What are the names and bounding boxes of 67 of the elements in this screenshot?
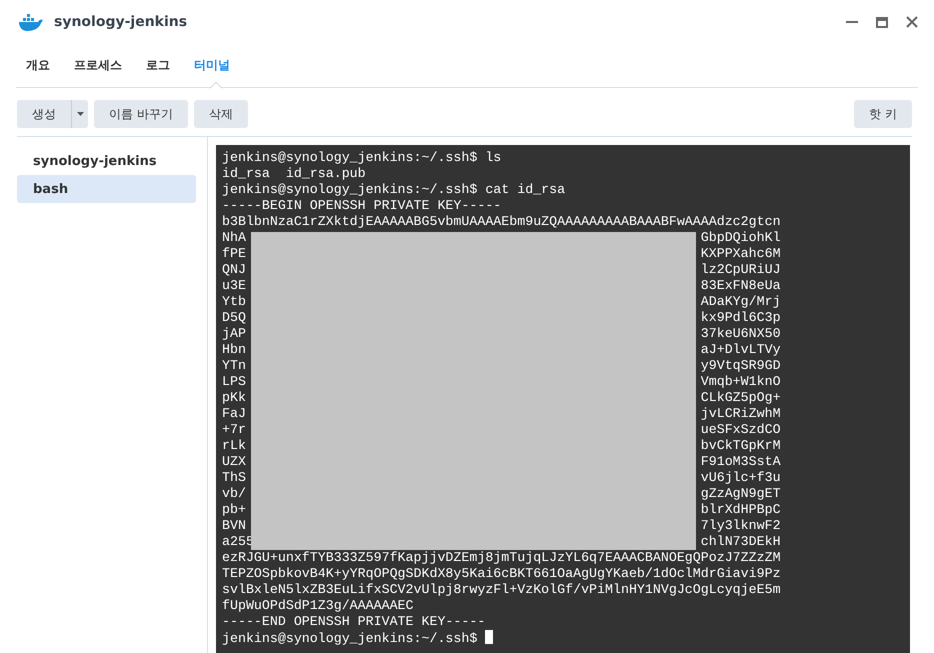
terminal-line-fragment: vU6jlc+f3u	[700, 470, 781, 486]
terminal-line-fragment: BVN	[222, 518, 246, 534]
terminal-line-fragment: bvCkTGpKrM	[700, 438, 781, 454]
terminal-line-fragment: aJ+DlvLTVy	[700, 342, 781, 358]
tab[interactable]: 프로세스	[70, 44, 134, 87]
terminal-line-fragment: QNJ	[222, 262, 246, 278]
terminal-line-fragment: lz2CpURiUJ	[700, 262, 781, 278]
whale-container-icon	[18, 12, 44, 32]
terminal-line-fragment: y9VtqSR9GD	[700, 358, 781, 374]
terminal-line-fragment: UZX	[222, 454, 246, 470]
terminal-line: b3BlbnNzaC1rZXktdjEAAAAABG5vbmUAAAAEbm9uZQAAAAAAAAABAAABFwAAAAdzc2gtcn	[222, 214, 782, 230]
terminal-line: jenkins@synology_jenkins:~/.ssh$ ls	[222, 150, 502, 166]
terminal-line-fragment: ADaKYg/Mrj	[700, 294, 781, 310]
terminal-line-fragment: chlN73DEkH	[700, 534, 781, 550]
tab[interactable]: 터미널	[190, 44, 242, 87]
session-item[interactable]: synology-jenkins	[17, 147, 196, 175]
terminal-line-fragment: Hbn	[222, 342, 246, 358]
terminal-line: svlBxleN5lxZB3EuLifxSCV2vUlpj8rwyzFl+VzKolGf/vPiMlnHY1NVgJcOgLcyqjeE5m	[222, 582, 782, 598]
terminal-line-fragment: 37keU6NX50	[700, 326, 781, 342]
tab[interactable]: 로그	[142, 44, 182, 87]
terminal-line-fragment: pb+	[222, 502, 246, 518]
terminal-line-fragment: jAP	[222, 326, 246, 342]
rename-button[interactable]: 이름 바꾸기	[94, 100, 188, 128]
terminal-line-fragment: FaJ	[222, 406, 246, 422]
terminal-line: id_rsa id_rsa.pub	[222, 166, 367, 182]
terminal-line: ezRJGU+unxfTYB333Z597fKapjjvDZEmj8jmTujqLJzYL6q7EAAACBANOEgQPozJ7ZZzZM	[222, 550, 782, 566]
terminal-line-fragment: pKk	[222, 390, 246, 406]
terminal-line-fragment: 83ExFN8eUa	[700, 278, 781, 294]
text-cursor	[485, 630, 494, 644]
dropdown-caret-button[interactable]	[71, 100, 88, 128]
terminal-line-fragment: D5Q	[222, 310, 246, 326]
terminal-line-fragment: 7ly3lknwF2	[700, 518, 781, 534]
session-item[interactable]: bash	[17, 175, 196, 203]
terminal-line-fragment: Ytb	[222, 294, 246, 310]
terminal-line: jenkins@synology_jenkins:~/.ssh$ cat id_rsa	[222, 182, 566, 198]
terminal-line: -----BEGIN OPENSSH PRIVATE KEY-----	[222, 198, 502, 214]
window-title: synology-jenkins	[54, 14, 188, 30]
terminal-line-fragment: KXPPXahc6M	[700, 246, 781, 262]
terminal-panel[interactable]	[216, 145, 910, 653]
terminal-line-fragment: fPE	[222, 246, 246, 262]
terminal-line-fragment: rLk	[222, 438, 246, 454]
maximize-icon[interactable]	[876, 16, 888, 28]
hotkey-button[interactable]: 핫 키	[854, 100, 912, 128]
terminal-line-fragment: vb/	[222, 486, 246, 502]
terminal-line-fragment: ThS	[222, 470, 246, 486]
terminal-line-fragment: kx9Pdl6C3p	[700, 310, 781, 326]
tab[interactable]: 개요	[22, 44, 62, 87]
terminal-line-fragment: ueSFxSzdCO	[700, 422, 781, 438]
terminal-line-fragment: jvLCRiZwhM	[700, 406, 781, 422]
terminal-prompt: jenkins@synology_jenkins:~/.ssh$	[222, 631, 478, 646]
terminal-line: -----END OPENSSH PRIVATE KEY-----	[222, 614, 486, 630]
terminal-line-fragment: GbpDQiohKl	[700, 230, 781, 246]
terminal-line: fUpWuOPdSdP1Z3g/AAAAAAEC	[222, 598, 415, 614]
terminal-line-fragment: F91oM3SstA	[700, 454, 781, 470]
terminal-line-fragment: NhA	[222, 230, 246, 246]
terminal-line-fragment: +7r	[222, 422, 246, 438]
terminal-line-fragment: blrXdHPBpC	[700, 502, 781, 518]
terminal-line-fragment: CLkGZ5pOg+	[700, 390, 781, 406]
terminal-line-fragment: LPS	[222, 374, 246, 390]
delete-button[interactable]: 삭제	[194, 100, 248, 128]
close-icon[interactable]	[906, 16, 918, 28]
terminal-line-fragment: YTn	[222, 358, 246, 374]
terminal-line-fragment: Vmqb+W1knO	[700, 374, 781, 390]
terminal-line-fragment: u3E	[222, 278, 246, 294]
terminal-line-fragment: gZzAgN9gET	[700, 486, 781, 502]
caret-icon	[76, 112, 84, 116]
terminal-line: TEPZOSpbkovB4K+yYRqOPQgSDKdX8y5Kai6cBKT661OaAgUgYKaeb/1dOclMdrGiavi9Pz	[222, 566, 782, 582]
